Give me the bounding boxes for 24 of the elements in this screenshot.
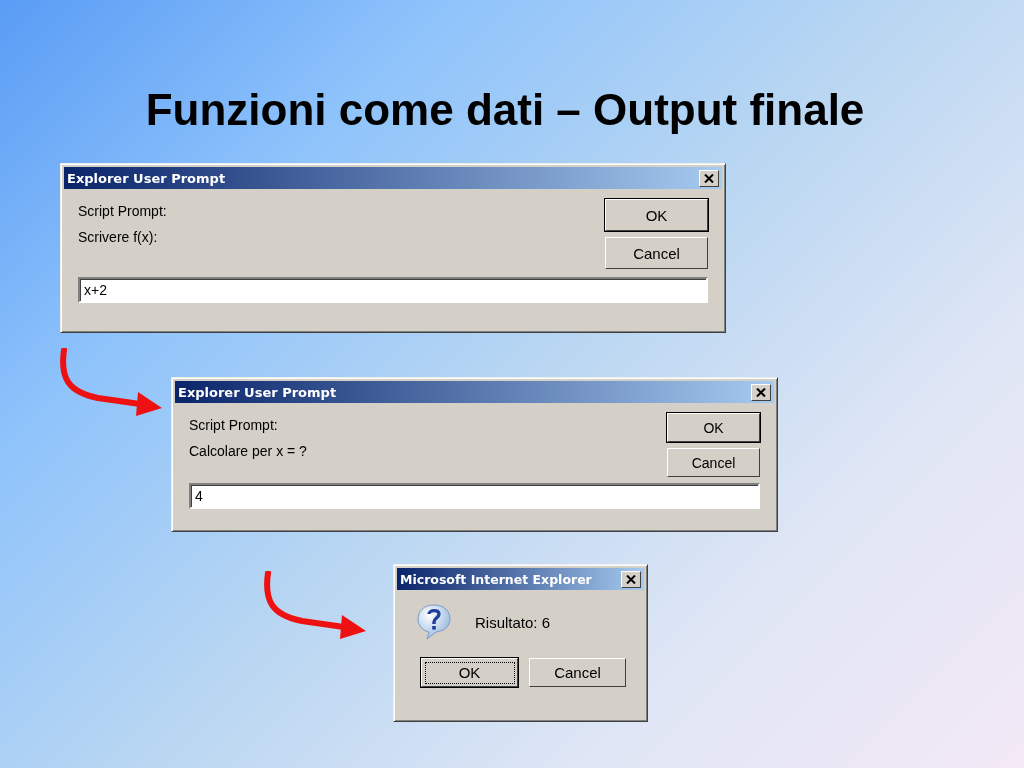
- message-text: Risultato: 6: [475, 613, 551, 631]
- cancel-button[interactable]: Cancel: [605, 237, 708, 269]
- close-button[interactable]: [621, 570, 641, 588]
- prompt-label: Script Prompt:: [78, 203, 167, 219]
- prompt-label: Scrivere f(x):: [78, 229, 159, 245]
- slide-title: Funzioni come dati – Output finale: [144, 84, 866, 136]
- input-field[interactable]: x+2: [78, 277, 708, 303]
- close-icon: [704, 173, 714, 183]
- window-title: Explorer User Prompt: [178, 384, 337, 400]
- close-button[interactable]: [699, 169, 719, 187]
- input-field[interactable]: 4: [189, 483, 760, 509]
- ok-button[interactable]: OK: [605, 199, 708, 231]
- cancel-button[interactable]: Cancel: [529, 658, 626, 687]
- ok-button[interactable]: OK: [667, 413, 760, 442]
- close-icon: [626, 574, 636, 584]
- window-title: Microsoft Internet Explorer: [400, 571, 592, 587]
- prompt-label: Calcolare per x = ?: [189, 443, 307, 459]
- ok-button[interactable]: OK: [421, 658, 518, 687]
- window-title: Explorer User Prompt: [67, 170, 226, 186]
- question-icon: [417, 604, 451, 640]
- close-button[interactable]: [751, 383, 771, 401]
- prompt-label: Script Prompt:: [189, 417, 279, 433]
- cancel-button[interactable]: Cancel: [667, 448, 760, 477]
- close-icon: [756, 387, 766, 397]
